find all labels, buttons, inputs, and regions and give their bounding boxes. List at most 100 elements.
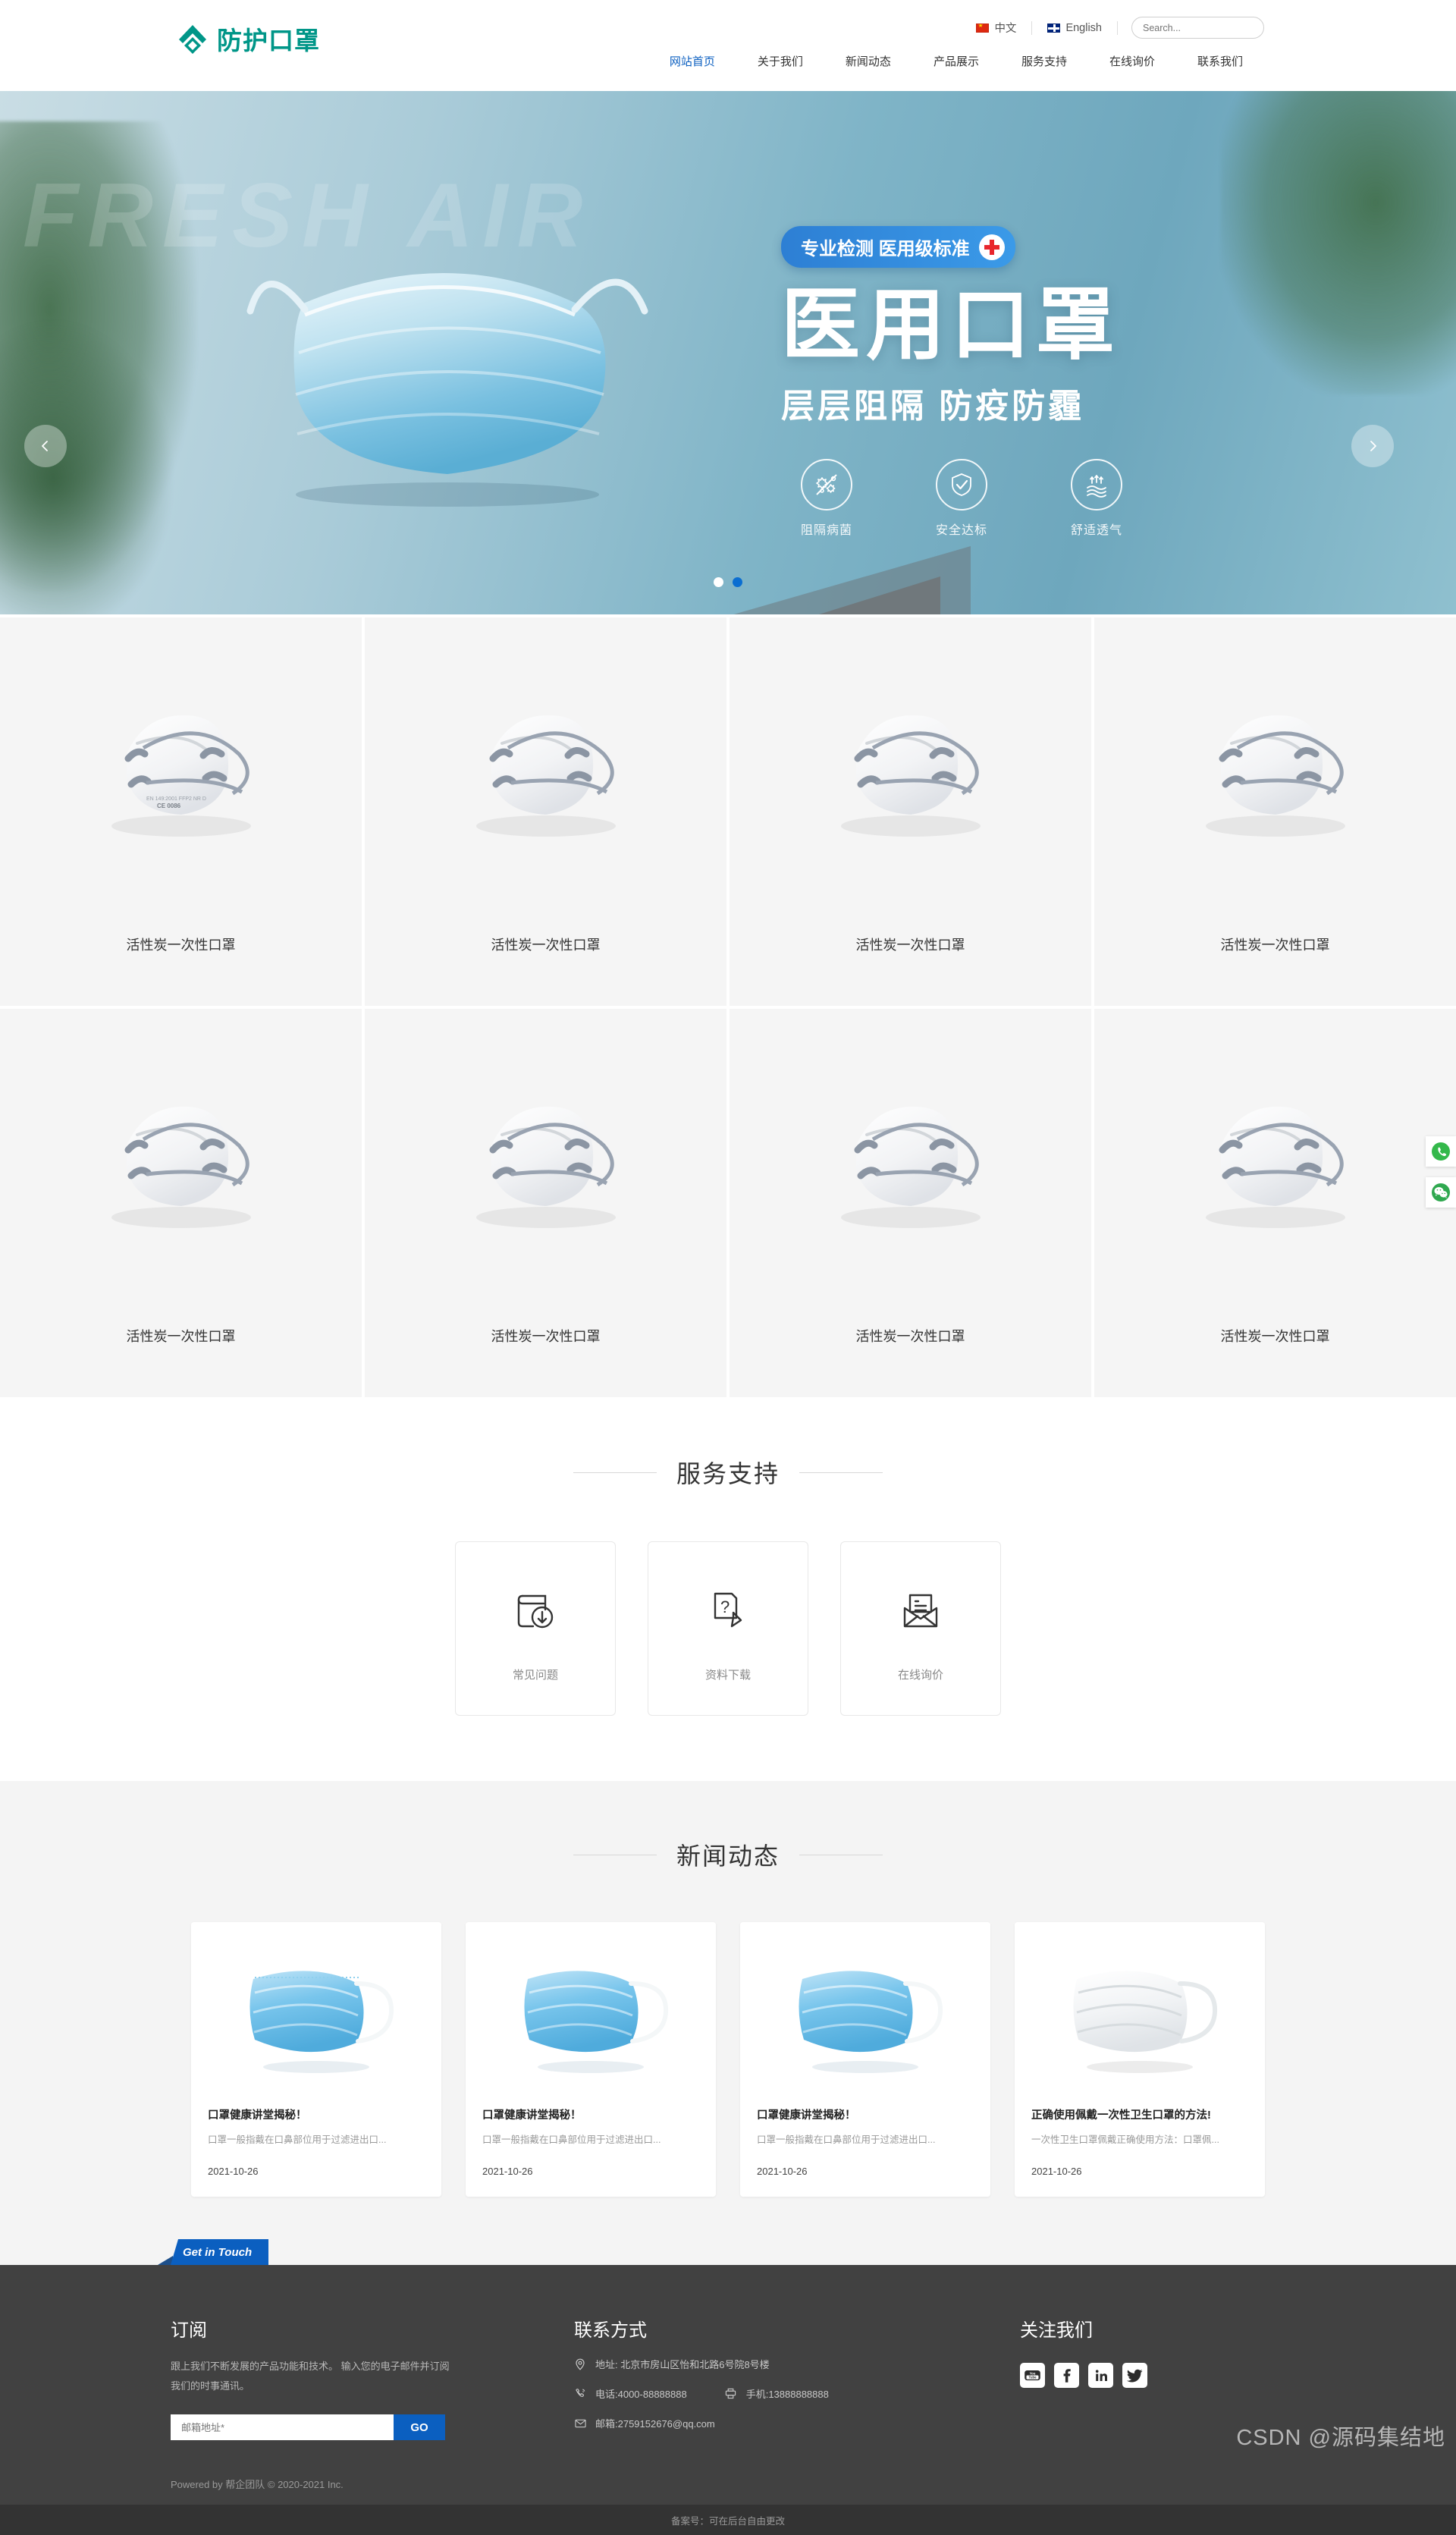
news-card[interactable]: 口罩健康讲堂揭秘！ 口罩一般指戴在口鼻部位用于过滤进出口... 2021-10-… <box>191 1922 441 2197</box>
news-card-desc: 口罩一般指戴在口鼻部位用于过滤进出口... <box>208 2134 387 2145</box>
language-switch-en[interactable]: English <box>1032 22 1117 34</box>
news-card-date: 2021-10-26 <box>208 2166 259 2177</box>
powered-by-text: Powered by 帮企团队 © 2020-2021 Inc. <box>171 2479 344 2490</box>
news-cards: 口罩健康讲堂揭秘！ 口罩一般指戴在口鼻部位用于过滤进出口... 2021-10-… <box>0 1922 1456 2197</box>
hero-title: 医用口罩 <box>781 281 1122 369</box>
news-section: 新闻动态 口罩健康讲堂揭秘！ 口罩一般指戴在口鼻部位用于过滤进出口... 202… <box>0 1781 1456 2265</box>
floating-contact-buttons <box>1426 1136 1456 1218</box>
search-box <box>1131 17 1264 39</box>
hero-feature-2: 舒适透气 <box>1059 459 1134 538</box>
footer-contact-column: 联系方式 地址: 北京市房山区怡和北路6号院8号楼 电话:4000-888888… <box>519 2315 921 2440</box>
product-name: 活性炭一次性口罩 <box>491 1329 601 1344</box>
product-name: 活性炭一次性口罩 <box>1220 938 1330 953</box>
nav-item-contact[interactable]: 联系我们 <box>1176 53 1264 69</box>
n95-mask-image <box>797 1054 1025 1282</box>
news-card-body: 口罩健康讲堂揭秘！ 口罩一般指戴在口鼻部位用于过滤进出口... 2021-10-… <box>466 2100 716 2197</box>
whatsapp-icon[interactable] <box>1426 1136 1456 1167</box>
flag-cn-icon <box>976 23 990 33</box>
news-card-title: 口罩健康讲堂揭秘！ <box>757 2109 856 2122</box>
wechat-icon[interactable] <box>1426 1177 1456 1208</box>
service-card-download[interactable]: ? 资料下载 <box>648 1541 808 1716</box>
n95-mask-image <box>67 1054 295 1282</box>
svg-text:EN 149:2001 FFP2 NR D: EN 149:2001 FFP2 NR D <box>146 796 206 802</box>
site-footer: Get in Touch 订阅 跟上我们不断发展的产品功能和技术。 输入您的电子… <box>0 2239 1456 2535</box>
product-card[interactable]: 活性炭一次性口罩 <box>730 617 1091 1006</box>
news-card[interactable]: 口罩健康讲堂揭秘！ 口罩一般指戴在口鼻部位用于过滤进出口... 2021-10-… <box>740 1922 990 2197</box>
carousel-next-button[interactable] <box>1351 425 1394 467</box>
title-rule-left <box>573 1472 657 1473</box>
service-card-inquiry[interactable]: 在线询价 <box>840 1541 1001 1716</box>
product-card[interactable]: 活性炭一次性口罩 <box>730 1009 1091 1397</box>
germ-block-icon <box>801 459 852 511</box>
subscribe-go-button[interactable]: GO <box>394 2414 445 2440</box>
carousel-dot-0[interactable] <box>714 577 723 587</box>
product-grid: EN 149:2001 FFP2 NR D CE 0086 活性炭一次性口罩 活… <box>0 614 1456 1397</box>
service-card-label: 在线询价 <box>897 1668 943 1682</box>
site-logo[interactable]: 防护口罩 <box>177 24 320 56</box>
linkedin-icon[interactable] <box>1088 2363 1113 2388</box>
nav-item-products[interactable]: 产品展示 <box>912 53 1000 69</box>
book-download-icon <box>512 1575 559 1645</box>
news-card-body: 口罩健康讲堂揭秘！ 口罩一般指戴在口鼻部位用于过滤进出口... 2021-10-… <box>191 2100 441 2197</box>
n95-mask-image <box>432 663 660 891</box>
n95-mask-image: EN 149:2001 FFP2 NR D CE 0086 <box>67 663 295 891</box>
nav-item-about[interactable]: 关于我们 <box>736 53 824 69</box>
subscribe-text: 跟上我们不断发展的产品功能和技术。 输入您的电子邮件并订阅我们的时事通讯。 <box>171 2361 450 2392</box>
product-card[interactable]: 活性炭一次性口罩 <box>365 617 726 1006</box>
icp-text: 备案号：可在后台自由更改 <box>670 2515 785 2527</box>
product-name: 活性炭一次性口罩 <box>1220 1329 1330 1344</box>
product-card[interactable]: 活性炭一次性口罩 <box>365 1009 726 1397</box>
product-card[interactable]: 活性炭一次性口罩 <box>1094 617 1456 1006</box>
footer-follow-column: 关注我们 You Tube <box>921 2315 1285 2440</box>
contact-address-text: 地址: 北京市房山区怡和北路6号院8号楼 <box>595 2359 770 2370</box>
blue-surgical-mask-image <box>466 1922 716 2100</box>
twitter-icon[interactable] <box>1122 2363 1147 2388</box>
product-card[interactable]: 活性炭一次性口罩 <box>1094 1009 1456 1397</box>
shield-check-icon <box>936 459 987 511</box>
chevron-left-icon <box>42 441 48 451</box>
news-card-body: 口罩健康讲堂揭秘！ 口罩一般指戴在口鼻部位用于过滤进出口... 2021-10-… <box>740 2100 990 2197</box>
nav-item-inquiry[interactable]: 在线询价 <box>1088 53 1176 69</box>
youtube-icon[interactable]: You Tube <box>1020 2363 1045 2388</box>
facebook-icon[interactable] <box>1054 2363 1079 2388</box>
news-card-title: 口罩健康讲堂揭秘！ <box>208 2109 307 2122</box>
news-card[interactable]: 正确使用佩戴一次性卫生口罩的方法! 一次性卫生口罩佩戴正确使用方法：口罩佩...… <box>1015 1922 1265 2197</box>
language-switch-zh[interactable]: 中文 <box>961 20 1031 36</box>
carousel-dots <box>714 577 742 587</box>
email-input[interactable] <box>171 2414 394 2440</box>
hero-feature-label-2: 舒适透气 <box>1070 524 1122 538</box>
get-in-touch-tab[interactable]: Get in Touch <box>171 2239 269 2265</box>
main-navigation: 网站首页 关于我们 新闻动态 产品展示 服务支持 在线询价 联系我们 <box>648 53 1264 69</box>
document-pencil-icon: ? <box>704 1575 752 1645</box>
nav-item-service[interactable]: 服务支持 <box>1000 53 1088 69</box>
service-section-title: 服务支持 <box>0 1455 1456 1490</box>
breathable-icon <box>1071 459 1122 511</box>
product-card[interactable]: 活性炭一次性口罩 <box>0 1009 362 1397</box>
logo-text: 防护口罩 <box>217 26 320 55</box>
location-pin-icon <box>574 2358 586 2370</box>
search-input[interactable] <box>1132 17 1263 38</box>
news-card-title: 正确使用佩戴一次性卫生口罩的方法! <box>1031 2109 1211 2122</box>
phone-icon <box>574 2388 586 2400</box>
product-name: 活性炭一次性口罩 <box>491 938 601 953</box>
news-title-text: 新闻动态 <box>676 1842 780 1870</box>
subscribe-form: GO <box>171 2414 445 2440</box>
contact-email-line: 邮箱:2759152676@qq.com <box>574 2416 921 2430</box>
svg-text:Tube: Tube <box>1029 2376 1037 2380</box>
news-card[interactable]: 口罩健康讲堂揭秘！ 口罩一般指戴在口鼻部位用于过滤进出口... 2021-10-… <box>466 1922 716 2197</box>
social-links: You Tube <box>1020 2363 1285 2388</box>
news-card-desc: 一次性卫生口罩佩戴正确使用方法：口罩佩... <box>1031 2134 1219 2145</box>
site-header: 防护口罩 中文 English 网站首页 关于我们 新闻动态 产品展示 服务支 <box>0 0 1456 91</box>
service-title-text: 服务支持 <box>676 1460 780 1487</box>
nav-item-home[interactable]: 网站首页 <box>648 53 736 69</box>
open-envelope-icon <box>897 1575 944 1645</box>
medical-cross-icon <box>978 234 1005 260</box>
contact-heading: 联系方式 <box>574 2320 647 2341</box>
carousel-dot-1[interactable] <box>733 577 742 587</box>
product-card[interactable]: EN 149:2001 FFP2 NR D CE 0086 活性炭一次性口罩 <box>0 617 362 1006</box>
contact-address-line: 地址: 北京市房山区怡和北路6号院8号楼 <box>574 2357 921 2371</box>
carousel-prev-button[interactable] <box>24 425 67 467</box>
nav-item-news[interactable]: 新闻动态 <box>824 53 912 69</box>
leaf-decoration-left-2 <box>0 319 174 614</box>
service-card-faq[interactable]: 常见问题 <box>455 1541 616 1716</box>
